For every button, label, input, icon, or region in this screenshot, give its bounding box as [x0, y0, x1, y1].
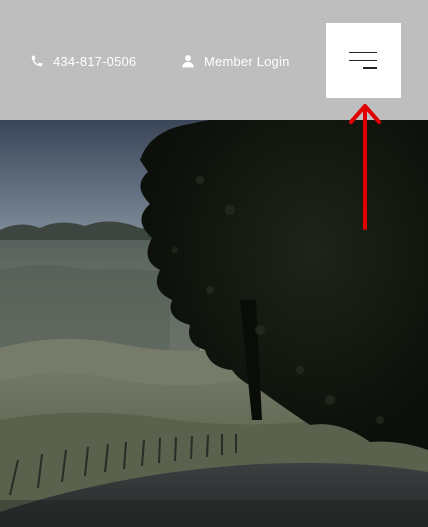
menu-icon-line-bottom	[363, 67, 377, 69]
top-header-bar: 434-817-0506 Member Login	[0, 0, 428, 120]
hero-image	[0, 120, 428, 527]
member-login-link[interactable]: Member Login	[181, 50, 290, 72]
page: 434-817-0506 Member Login	[0, 0, 428, 527]
member-login-text: Member Login	[204, 53, 290, 69]
user-icon	[181, 54, 195, 68]
phone-icon	[30, 54, 44, 68]
phone-number-text: 434-817-0506	[53, 53, 137, 69]
golf-course-landscape-image	[0, 120, 428, 527]
menu-button[interactable]	[326, 23, 401, 98]
menu-icon-line-top	[349, 52, 377, 53]
menu-icon-line-middle	[349, 60, 377, 61]
phone-link[interactable]: 434-817-0506	[30, 50, 136, 72]
